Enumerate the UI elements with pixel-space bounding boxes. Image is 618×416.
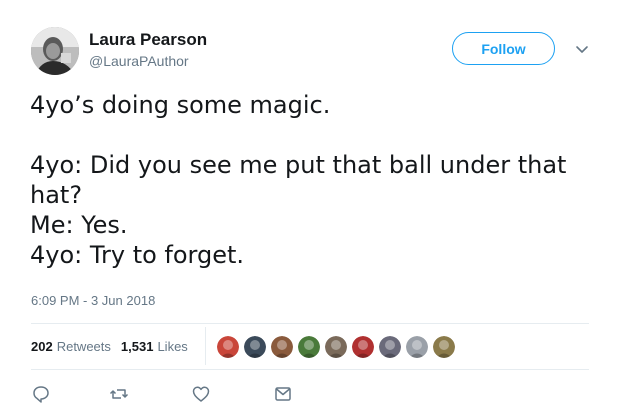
like-icon[interactable]: [191, 384, 211, 404]
chevron-down-icon[interactable]: [575, 41, 589, 55]
likes-label: Likes: [157, 339, 188, 354]
retweet-icon[interactable]: [109, 384, 129, 404]
liker-avatar[interactable]: [351, 335, 375, 359]
liker-avatar[interactable]: [378, 335, 402, 359]
tweet-text: 4yo’s doing some magic. 4yo: Did you see…: [30, 90, 590, 270]
tweet-stats: 202 Retweets 1,531 Likes: [31, 339, 198, 354]
tweet-timestamp[interactable]: 6:09 PM - 3 Jun 2018: [31, 293, 155, 308]
liker-avatar[interactable]: [216, 335, 240, 359]
retweets-count: 202: [31, 339, 53, 354]
liker-avatars: [216, 335, 459, 359]
tweet-line: Me: Yes.: [30, 211, 128, 239]
tweet-line: 4yo’s doing some magic.: [30, 91, 331, 119]
liker-avatar[interactable]: [405, 335, 429, 359]
liker-avatar[interactable]: [297, 335, 321, 359]
author-avatar[interactable]: [31, 27, 79, 75]
divider: [31, 369, 589, 370]
tweet-card: Laura Pearson @LauraPAuthor Follow 4yo’s…: [0, 0, 618, 416]
author-name[interactable]: Laura Pearson: [89, 30, 207, 50]
liker-avatar[interactable]: [270, 335, 294, 359]
liker-avatar[interactable]: [243, 335, 267, 359]
direct-message-icon[interactable]: [273, 384, 293, 404]
retweets-label: Retweets: [56, 339, 111, 354]
retweets-stat[interactable]: 202 Retweets: [31, 339, 111, 354]
follow-button[interactable]: Follow: [452, 32, 555, 65]
reply-icon[interactable]: [31, 384, 51, 404]
liker-avatar[interactable]: [324, 335, 348, 359]
tweet-line: 4yo: Did you see me put that ball under …: [30, 151, 567, 209]
tweet-line: 4yo: Try to forget.: [30, 241, 245, 269]
divider: [31, 323, 589, 324]
likes-count: 1,531: [120, 339, 154, 354]
likes-stat[interactable]: 1,531 Likes: [121, 339, 188, 354]
liker-avatar[interactable]: [432, 335, 456, 359]
author-handle[interactable]: @LauraPAuthor: [89, 53, 189, 69]
divider: [205, 327, 206, 365]
